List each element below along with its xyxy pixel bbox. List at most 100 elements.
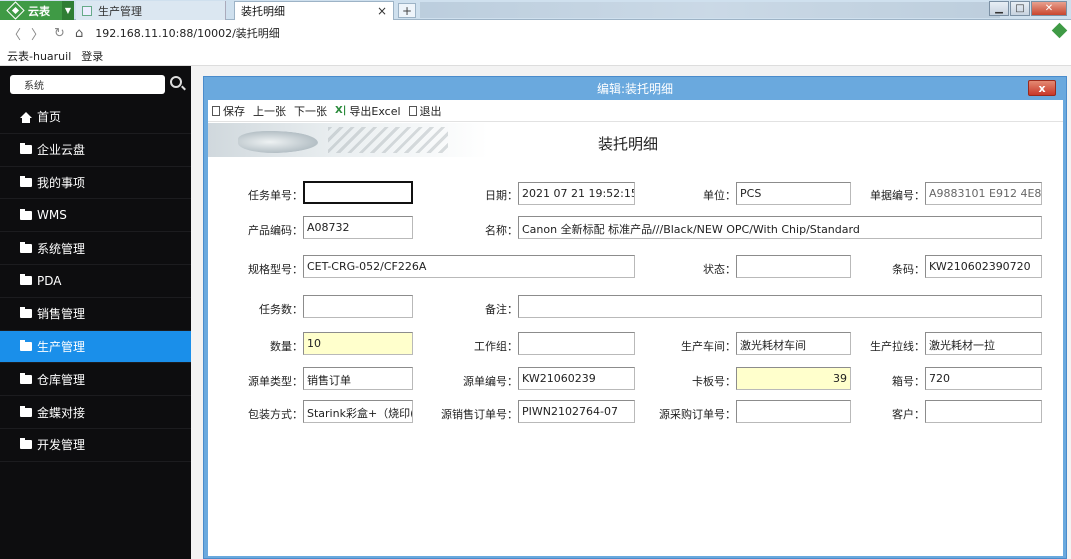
sidebar-item-dev[interactable]: 开发管理 xyxy=(0,429,191,462)
prev-button[interactable]: 上一张 xyxy=(253,103,286,119)
unit-label: 单位： xyxy=(703,189,736,202)
folder-icon xyxy=(20,372,32,384)
exit-button[interactable]: 退出 xyxy=(408,103,442,119)
dialog-close-button[interactable]: x xyxy=(1028,80,1056,96)
sales-order-field[interactable]: PIWN2102764-07 xyxy=(518,400,635,423)
customer-field[interactable] xyxy=(925,400,1042,423)
workshop-field[interactable]: 激光耗材车间 xyxy=(736,332,851,355)
bookmark-item[interactable]: 登录 xyxy=(81,48,103,64)
date-field[interactable]: 2021 07 21 19:52:15 xyxy=(518,182,635,205)
source-type-field[interactable]: 销售订单 xyxy=(303,367,413,390)
edit-dialog: 编辑:装托明细 x 保存 上一张 下一张 X| 导出Excel 退出 装托明细 … xyxy=(203,76,1067,559)
dialog-title: 编辑:装托明细 xyxy=(596,82,674,96)
source-no-field[interactable]: KW21060239 xyxy=(518,367,635,390)
folder-icon xyxy=(20,307,32,319)
doc-no-field[interactable]: A9883101 E912 4E86 xyxy=(925,182,1042,205)
search-input[interactable]: 系统 xyxy=(10,75,165,94)
folder-icon xyxy=(20,143,32,155)
workshop-label: 生产车间： xyxy=(681,340,736,353)
customer-label: 客户： xyxy=(892,408,925,421)
window-close-button[interactable]: ✕ xyxy=(1031,1,1067,16)
browser-tab-bar: 云表 ▼ 生产管理 装托明细 × + ▁ □ ✕ xyxy=(0,0,1071,20)
extension-icon[interactable] xyxy=(1051,22,1068,39)
purchase-order-field[interactable] xyxy=(736,400,851,423)
quantity-field[interactable]: 10 xyxy=(303,332,413,355)
exit-icon xyxy=(408,105,417,116)
home-icon[interactable]: ⌂ xyxy=(75,26,83,41)
export-excel-button[interactable]: X| 导出Excel xyxy=(335,103,401,119)
sidebar-item-sales[interactable]: 销售管理 xyxy=(0,298,191,331)
task-qty-field[interactable] xyxy=(303,295,413,318)
search-icon[interactable] xyxy=(170,76,182,88)
task-no-label: 任务单号： xyxy=(248,189,303,202)
sidebar-item-pda[interactable]: PDA xyxy=(0,265,191,298)
dialog-toolbar: 保存 上一张 下一张 X| 导出Excel 退出 xyxy=(208,100,1063,122)
tab-yunbiao[interactable]: 云表 ▼ xyxy=(0,1,74,20)
folder-icon xyxy=(20,438,32,450)
barcode-field[interactable]: KW210602390720 xyxy=(925,255,1042,278)
folder-icon xyxy=(20,339,32,351)
folder-icon xyxy=(20,405,32,417)
form-banner-image xyxy=(208,123,488,157)
close-tab-icon[interactable]: × xyxy=(377,4,387,18)
save-icon xyxy=(212,105,220,116)
sidebar-item-label: 销售管理 xyxy=(37,307,86,322)
name-field[interactable]: Canon 全新标配 标准产品///Black/NEW OPC/With Chi… xyxy=(518,216,1042,239)
sidebar-item-kingdee[interactable]: 金蝶对接 xyxy=(0,396,191,429)
tab-production[interactable]: 生产管理 xyxy=(76,1,226,20)
sidebar-item-label: 金蝶对接 xyxy=(37,405,86,420)
sales-order-label: 源销售订单号： xyxy=(441,408,518,421)
prev-label: 上一张 xyxy=(253,104,286,118)
next-button[interactable]: 下一张 xyxy=(294,103,327,119)
new-tab-button[interactable]: + xyxy=(398,3,416,18)
task-no-field[interactable] xyxy=(303,181,413,204)
sidebar-item-label: PDA xyxy=(37,273,62,288)
back-icon[interactable]: 〈 xyxy=(8,24,21,43)
spec-label: 规格型号： xyxy=(248,263,303,276)
sidebar-item-wms[interactable]: WMS xyxy=(0,199,191,233)
tab-label: 生产管理 xyxy=(98,4,142,18)
sidebar-item-my-tasks[interactable]: 我的事项 xyxy=(0,167,191,200)
task-qty-label: 任务数： xyxy=(259,303,303,316)
page-icon xyxy=(82,5,92,16)
minimize-button[interactable]: ▁ xyxy=(989,1,1009,16)
pallet-no-field[interactable]: 39 xyxy=(736,367,851,390)
yunbiao-logo-icon xyxy=(6,1,25,20)
url-field[interactable]: 192.168.11.10:88/10002/装托明细 xyxy=(95,25,280,41)
forward-icon[interactable]: 〉 xyxy=(31,24,44,43)
purchase-order-label: 源采购订单号： xyxy=(659,408,736,421)
status-field[interactable] xyxy=(736,255,851,278)
sidebar-item-system[interactable]: 系统管理 xyxy=(0,232,191,265)
pack-method-field[interactable]: Starink彩盒+（烧印(10 xyxy=(303,400,413,423)
name-label: 名称： xyxy=(485,224,518,237)
sidebar-item-label: 仓库管理 xyxy=(37,372,86,387)
maximize-button[interactable]: □ xyxy=(1010,1,1030,16)
export-label: 导出Excel xyxy=(349,104,401,118)
save-button[interactable]: 保存 xyxy=(212,103,245,119)
line-field[interactable]: 激光耗材一拉 xyxy=(925,332,1042,355)
sidebar-item-warehouse[interactable]: 仓库管理 xyxy=(0,363,191,397)
product-code-field[interactable]: A08732 xyxy=(303,216,413,239)
unit-field[interactable]: PCS xyxy=(736,182,851,205)
tab-pallet-detail[interactable]: 装托明细 × xyxy=(234,1,394,20)
sidebar-item-cloud-disk[interactable]: 企业云盘 xyxy=(0,134,191,167)
work-group-field[interactable] xyxy=(518,332,635,355)
spec-field[interactable]: CET-CRG-052/CF226A xyxy=(303,255,635,278)
tab-label: 云表 xyxy=(28,4,50,18)
pack-method-label: 包装方式： xyxy=(248,408,303,421)
save-label: 保存 xyxy=(223,104,245,118)
chevron-down-icon[interactable]: ▼ xyxy=(62,1,74,20)
sidebar-item-home[interactable]: 首页 xyxy=(0,101,191,134)
quantity-label: 数量： xyxy=(270,340,303,353)
source-type-label: 源单类型： xyxy=(248,375,303,388)
folder-icon xyxy=(20,208,32,220)
sidebar-item-production[interactable]: 生产管理 xyxy=(0,330,191,364)
bookmark-item[interactable]: 云表-huaruil xyxy=(7,48,71,64)
box-no-field[interactable]: 720 xyxy=(925,367,1042,390)
address-bar: 〈 〉 ↻ ⌂ 192.168.11.10:88/10002/装托明细 xyxy=(0,20,1071,46)
folder-icon xyxy=(20,274,32,286)
remark-field[interactable] xyxy=(518,295,1042,318)
dialog-title-bar[interactable]: 编辑:装托明细 x xyxy=(204,77,1066,100)
blurred-region xyxy=(420,2,1000,18)
reload-icon[interactable]: ↻ xyxy=(54,26,65,41)
